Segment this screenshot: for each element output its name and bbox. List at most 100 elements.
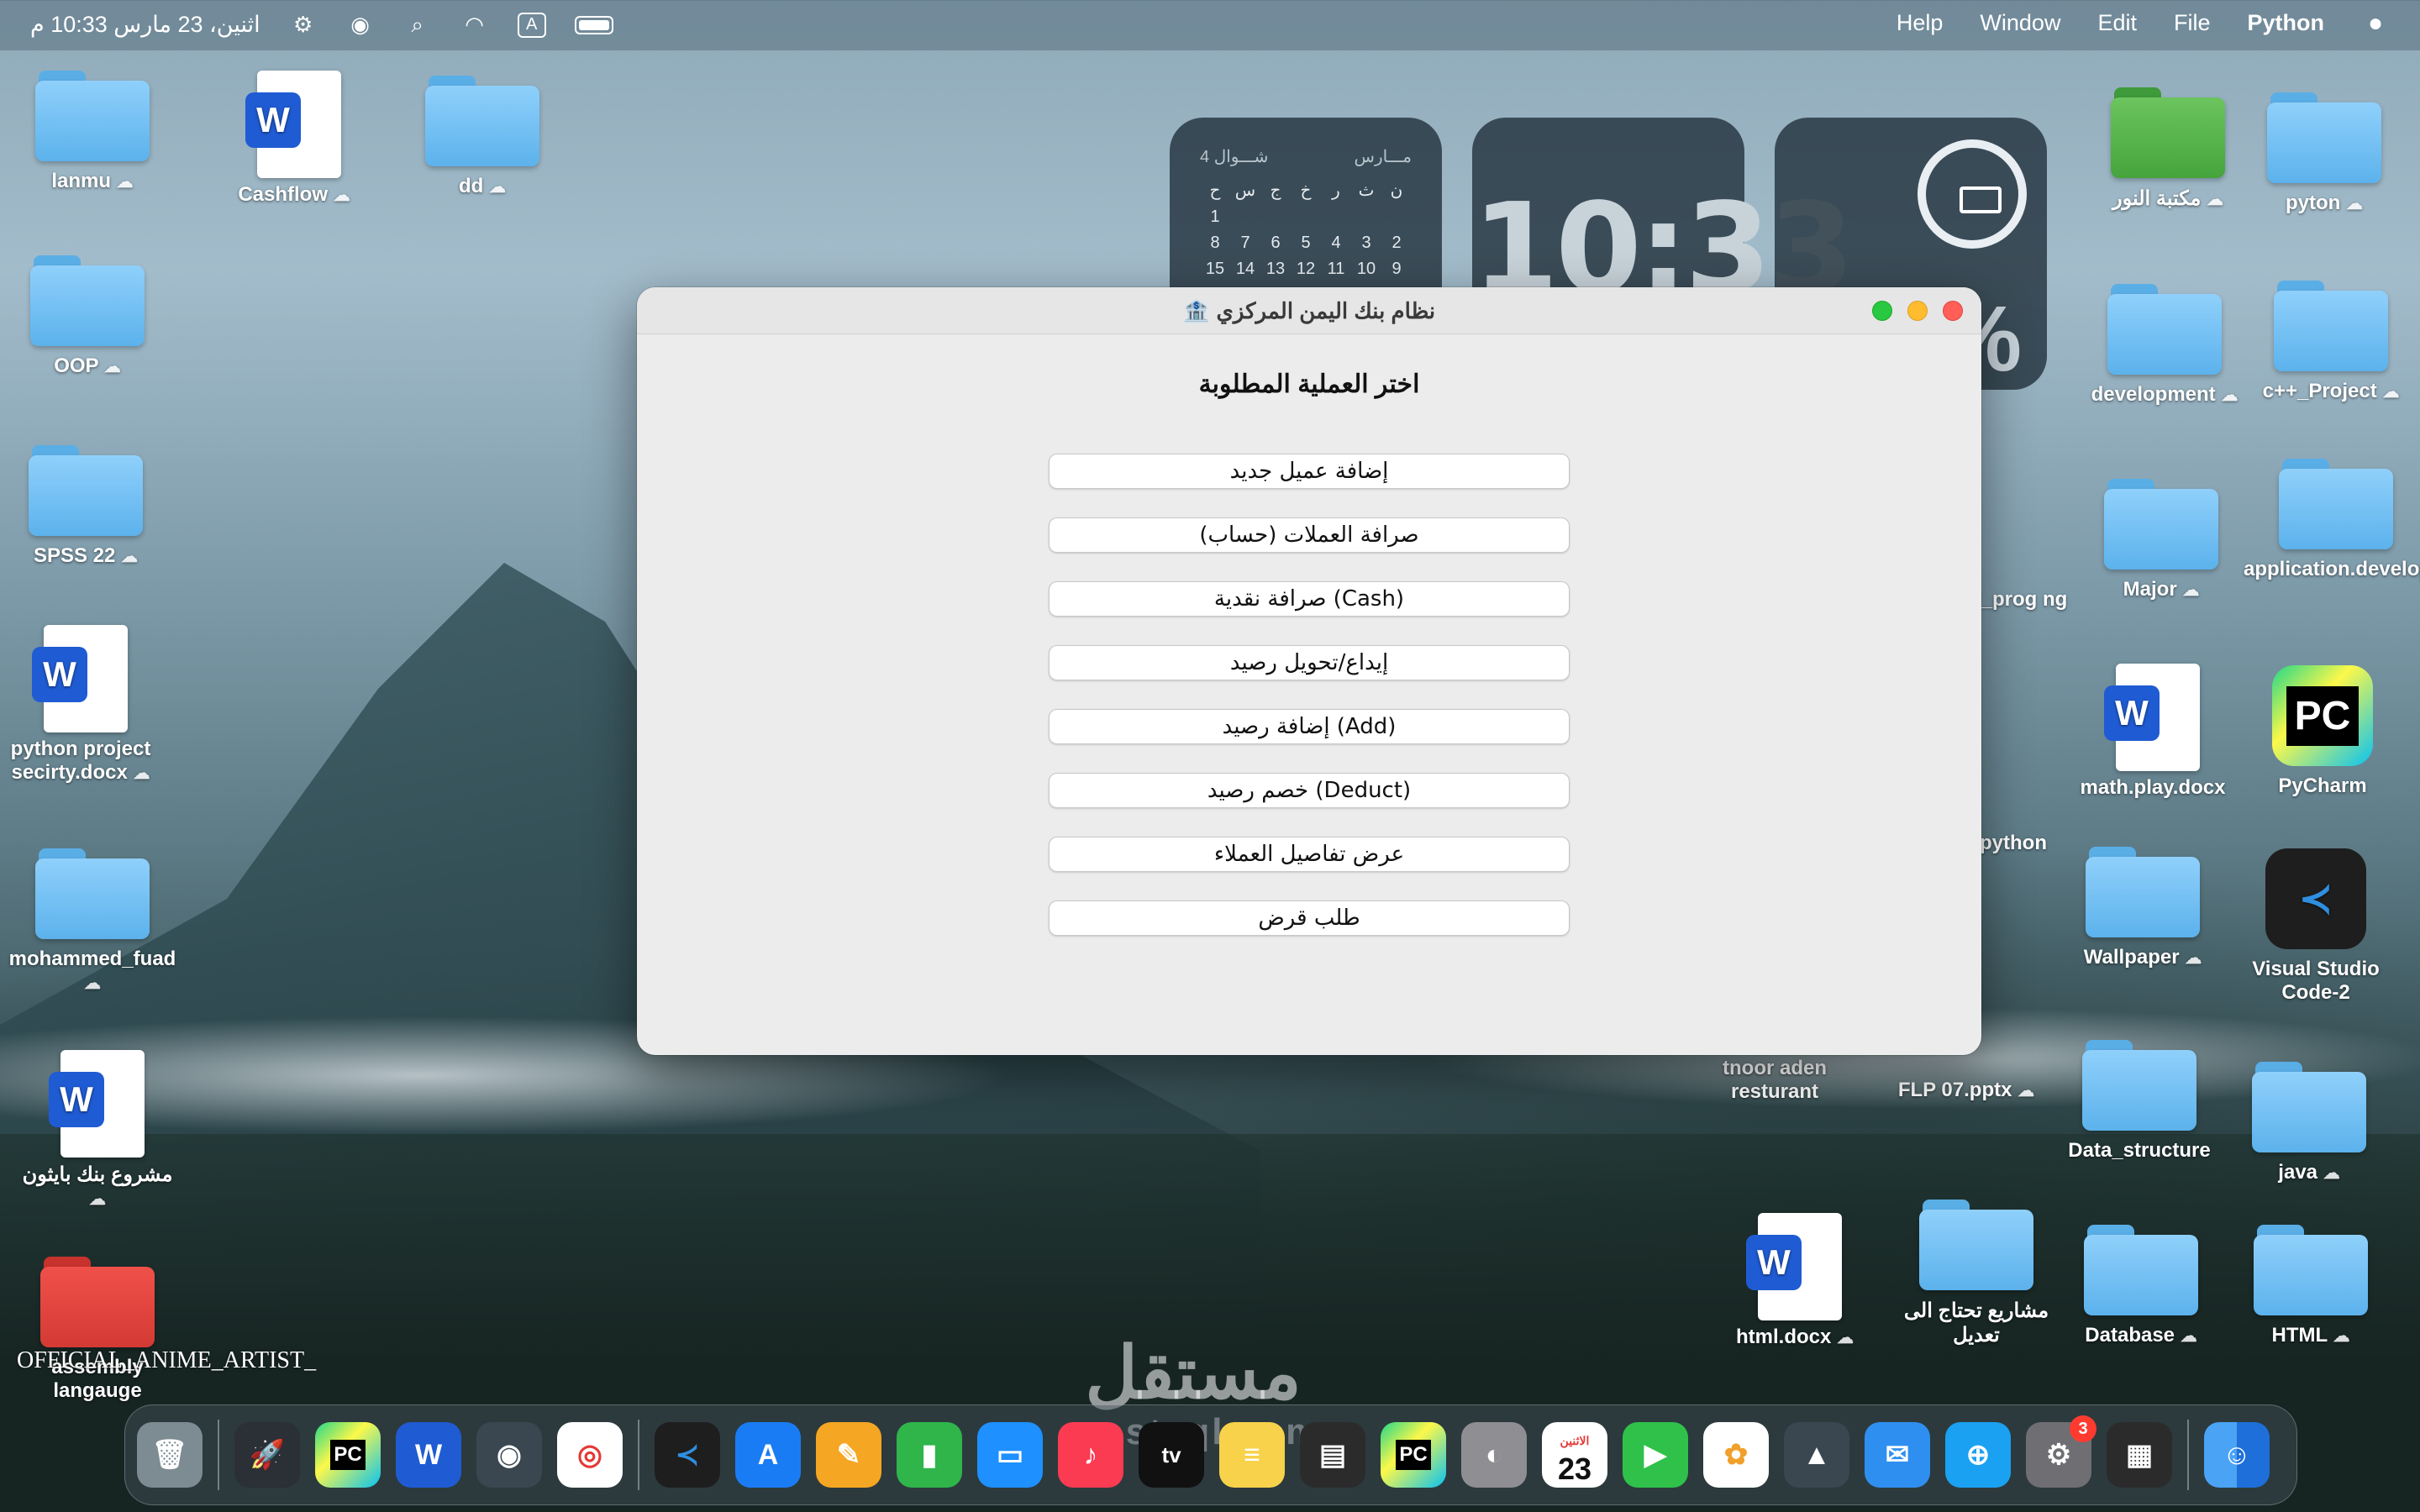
zoom-button[interactable] bbox=[1872, 301, 1892, 321]
contacts-icon[interactable]: ◐ bbox=[1461, 1422, 1527, 1488]
deduct-balance-button[interactable]: خصم رصيد (Deduct) bbox=[1049, 773, 1570, 808]
calculator-icon[interactable]: ▦ bbox=[2107, 1422, 2172, 1488]
icon-label: Database bbox=[2085, 1324, 2175, 1347]
calendar-date: 1 bbox=[1210, 207, 1220, 226]
icloud-icon: ☁ bbox=[1837, 1329, 1854, 1347]
desktop-folder-dd[interactable]: dd ☁ bbox=[398, 76, 566, 198]
desktop-folder-appdev[interactable]: application.development bbox=[2244, 459, 2420, 581]
trash-icon[interactable]: 🗑 bbox=[137, 1422, 203, 1488]
desktop-folder-spss[interactable]: SPSS 22 ☁ bbox=[2, 445, 170, 568]
spotlight-search-icon[interactable]: ⌕ bbox=[403, 12, 432, 38]
menu-app-name[interactable]: Python bbox=[2248, 10, 2325, 36]
view-customers-button[interactable]: عرض تفاصيل العملاء bbox=[1049, 837, 1570, 872]
desktop-folder-development[interactable]: development ☁ bbox=[2081, 284, 2249, 407]
cash-exchange-button[interactable]: صرافة نقدية (Cash) bbox=[1049, 581, 1570, 617]
currency-exchange-account-button[interactable]: صرافة العملات (حساب) bbox=[1049, 517, 1570, 553]
calendar-dock-icon[interactable]: الاثنين 23 bbox=[1542, 1422, 1607, 1488]
desktop-doc-html[interactable]: W html.docx ☁ bbox=[1711, 1213, 1879, 1349]
desktop-file-flp07[interactable]: FLP 07.pptx ☁ bbox=[1882, 1079, 2050, 1102]
safari-icon[interactable]: ⊕ bbox=[1945, 1422, 2011, 1488]
notes-icon[interactable]: ≡ bbox=[1219, 1422, 1285, 1488]
desktop-folder-alnoor[interactable]: مكتبة النور ☁ bbox=[2084, 87, 2252, 211]
calendar-date bbox=[1260, 207, 1291, 227]
word-icon[interactable]: W bbox=[396, 1422, 461, 1488]
maps-icon[interactable]: ▲ bbox=[1784, 1422, 1849, 1488]
menu-bar: اثنين، 23 مارس 10:33 م ⚙ ◉ ⌕ ◠ A Help Wi… bbox=[0, 0, 2420, 50]
close-button[interactable] bbox=[1943, 301, 1963, 321]
desktop-app-pycharm[interactable]: PC PyCharm bbox=[2238, 665, 2407, 798]
calendar-day-header: ج bbox=[1270, 181, 1281, 200]
desktop-folder-lanmu[interactable]: lanmu ☁ bbox=[8, 71, 176, 193]
chrome-icon[interactable]: ◎ bbox=[557, 1422, 623, 1488]
finder-icon[interactable]: ☺ bbox=[2204, 1422, 2270, 1488]
menu-window[interactable]: Window bbox=[1980, 10, 2060, 36]
menu-edit[interactable]: Edit bbox=[2097, 10, 2137, 36]
desktop-doc-python-security[interactable]: W python project secirty.docx ☁ bbox=[0, 625, 165, 785]
desktop-folder-needs-edit[interactable]: مشاريع تحتاج الى تعديل bbox=[1892, 1200, 2060, 1347]
pages-icon[interactable]: ✎ bbox=[816, 1422, 881, 1488]
control-center-icon[interactable]: ⚙ bbox=[289, 12, 318, 38]
desktop-folder-datastructure[interactable]: Data_structure bbox=[2055, 1040, 2223, 1163]
calendar-date: 13 bbox=[1265, 260, 1286, 278]
desktop-folder-major[interactable]: Major ☁ bbox=[2077, 479, 2245, 601]
app-store-icon[interactable]: A bbox=[735, 1422, 801, 1488]
system-settings-icon[interactable]: ⚙ 3 bbox=[2026, 1415, 2096, 1488]
folder-icon bbox=[2252, 1062, 2366, 1152]
battery-icon[interactable] bbox=[574, 15, 613, 34]
folder-icon bbox=[2267, 92, 2381, 183]
facetime-icon[interactable]: ▶ bbox=[1623, 1422, 1688, 1488]
menu-help[interactable]: Help bbox=[1897, 10, 1944, 36]
window-titlebar[interactable]: 🏦 نظام بنك اليمن المركزي bbox=[637, 287, 1981, 334]
icloud-icon: ☁ bbox=[116, 173, 134, 192]
input-source-icon[interactable]: A bbox=[517, 12, 546, 38]
desktop-folder-oop[interactable]: OOP ☁ bbox=[3, 255, 171, 378]
desktop-app-vscode[interactable]: ≺ Visual Studio Code-2 bbox=[2232, 848, 2400, 1005]
vscode-dock-icon[interactable]: ≺ bbox=[655, 1422, 720, 1488]
menu-bar-clock[interactable]: اثنين، 23 مارس 10:33 م bbox=[30, 12, 260, 38]
folder-icon bbox=[2104, 479, 2218, 570]
laptop-icon bbox=[1960, 186, 2002, 213]
flag-icon[interactable]: ◉ bbox=[346, 12, 375, 38]
mail-icon[interactable]: ✉ bbox=[1865, 1422, 1930, 1488]
desktop-folder-cpp[interactable]: c++_Project ☁ bbox=[2247, 281, 2415, 403]
pycharm-ce-dock-icon[interactable]: PC bbox=[1381, 1422, 1446, 1488]
numbers-icon[interactable]: ▮ bbox=[897, 1422, 962, 1488]
calendar-date: 2 bbox=[1392, 234, 1402, 252]
photos-icon[interactable]: ✿ bbox=[1703, 1422, 1769, 1488]
loan-request-button[interactable]: طلب قرض bbox=[1049, 900, 1570, 936]
icon-label: math.play.docx bbox=[2080, 776, 2226, 799]
desktop-folder-assembly[interactable]: assembly langauge bbox=[13, 1257, 182, 1403]
icon-label: Major bbox=[2123, 578, 2177, 601]
deposit-transfer-button[interactable]: إيداع/تحويل رصيد bbox=[1049, 645, 1570, 680]
screenshot-icon[interactable]: ◉ bbox=[476, 1422, 542, 1488]
desktop-folder-java[interactable]: java ☁ bbox=[2225, 1062, 2393, 1184]
desktop-doc-cashflow[interactable]: W Cashflow ☁ bbox=[210, 71, 378, 207]
desktop-doc-bank-project[interactable]: W مشروع بنك بايثون ☁ bbox=[13, 1050, 182, 1210]
icon-label: python bbox=[1980, 832, 2047, 854]
calendar-day-header: خ bbox=[1300, 181, 1312, 200]
desktop-folder-pyton[interactable]: pyton ☁ bbox=[2240, 92, 2408, 215]
keynote-icon[interactable]: ▭ bbox=[977, 1422, 1043, 1488]
launchpad-icon[interactable]: 🚀 bbox=[234, 1422, 300, 1488]
apple-tv-icon[interactable]: tv bbox=[1139, 1422, 1204, 1488]
desktop-folder-tnoor[interactable]: tnoor aden resturant bbox=[1691, 1057, 1859, 1104]
icloud-icon: ☁ bbox=[84, 974, 101, 993]
icon-label: Data_structure bbox=[2068, 1139, 2211, 1162]
music-icon[interactable]: ♪ bbox=[1058, 1422, 1123, 1488]
pycharm-dock-icon[interactable]: PC bbox=[315, 1422, 381, 1488]
desktop-folder-database[interactable]: Database ☁ bbox=[2057, 1225, 2225, 1347]
window-title: 🏦 نظام بنك اليمن المركزي bbox=[1182, 298, 1436, 323]
apple-icon[interactable]: ● bbox=[2361, 9, 2390, 37]
minimize-button[interactable] bbox=[1907, 301, 1928, 321]
activity-monitor-icon[interactable]: ▤ bbox=[1300, 1422, 1365, 1488]
add-balance-button[interactable]: إضافة رصيد (Add) bbox=[1049, 709, 1570, 744]
desktop-folder-wallpaper[interactable]: Wallpaper ☁ bbox=[2059, 847, 2227, 969]
desktop-folder-html[interactable]: HTML ☁ bbox=[2227, 1225, 2395, 1347]
calendar-date: 10 bbox=[1356, 260, 1376, 278]
desktop-folder-mohammed[interactable]: mohammed_fuad ☁ bbox=[8, 848, 176, 995]
icon-label: development bbox=[2091, 383, 2216, 406]
wifi-icon[interactable]: ◠ bbox=[460, 12, 489, 38]
desktop-doc-mathplay[interactable]: W math.play.docx bbox=[2069, 664, 2237, 800]
menu-file[interactable]: File bbox=[2174, 10, 2211, 36]
add-customer-button[interactable]: إضافة عميل جديد bbox=[1049, 454, 1570, 489]
